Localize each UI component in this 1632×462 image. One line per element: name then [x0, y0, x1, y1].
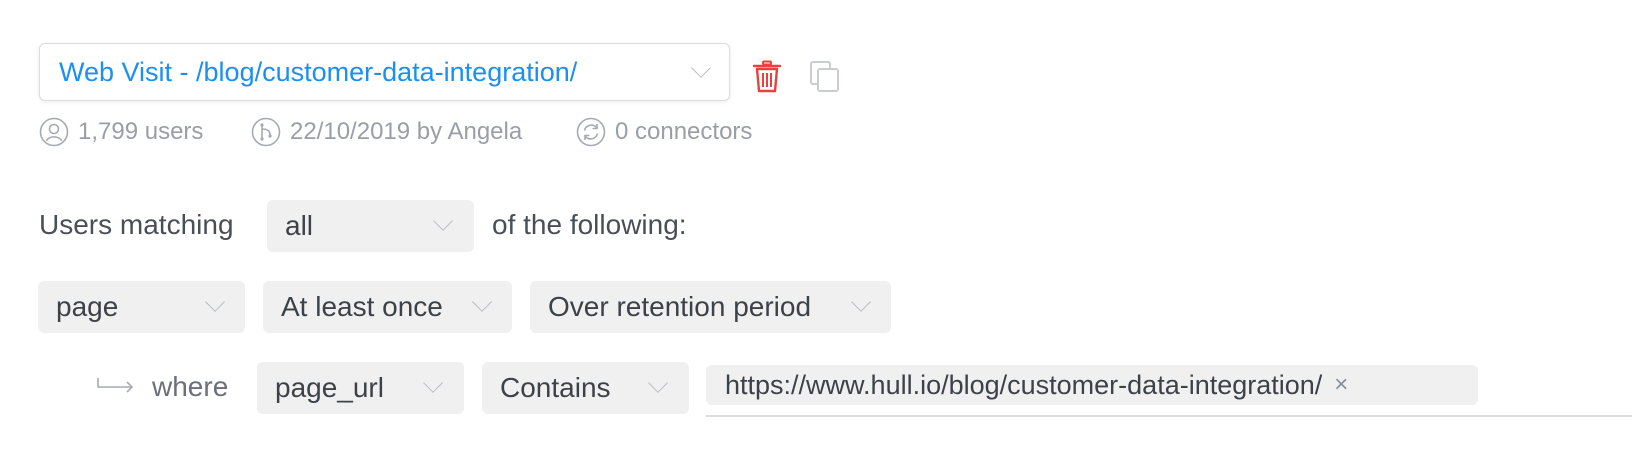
sync-icon	[576, 117, 606, 147]
match-mode-select[interactable]: all	[267, 200, 474, 252]
period-value: Over retention period	[548, 291, 812, 322]
property-value: page_url	[275, 372, 384, 403]
match-suffix: of the following:	[492, 209, 687, 240]
last-updated-text: 22/10/2019 by Angela	[290, 118, 523, 145]
remove-tag-button[interactable]: ×	[1334, 371, 1348, 399]
chevron-down-icon	[433, 211, 453, 231]
chevron-down-icon	[851, 292, 871, 312]
user-count: 1,799 users	[39, 112, 203, 152]
connector-count-text: 0 connectors	[615, 118, 753, 145]
operator-value: Contains	[500, 372, 611, 403]
frequency-value: At least once	[281, 291, 443, 322]
period-select[interactable]: Over retention period	[530, 281, 891, 333]
trash-icon	[752, 60, 782, 93]
branch-icon	[251, 117, 281, 147]
segment-select[interactable]: Web Visit - /blog/customer-data-integrat…	[39, 43, 730, 101]
property-select[interactable]: page_url	[257, 362, 464, 414]
value-tag-text: https://www.hull.io/blog/customer-data-i…	[725, 369, 1323, 400]
connector-count: 0 connectors	[576, 112, 752, 152]
segment-title: Web Visit - /blog/customer-data-integrat…	[59, 56, 578, 87]
chevron-down-icon	[648, 373, 668, 393]
duplicate-button[interactable]	[809, 60, 841, 93]
user-icon	[39, 117, 69, 147]
event-value: page	[56, 291, 119, 322]
chevron-down-icon	[205, 292, 225, 312]
subcondition-arrow-icon	[97, 378, 134, 393]
delete-button[interactable]	[752, 60, 782, 93]
frequency-select[interactable]: At least once	[263, 281, 512, 333]
match-prefix: Users matching	[39, 209, 234, 240]
match-mode-value: all	[285, 210, 314, 241]
copy-icon	[810, 61, 839, 92]
chevron-down-icon	[423, 373, 443, 393]
event-select[interactable]: page	[38, 281, 245, 333]
last-updated: 22/10/2019 by Angela	[251, 112, 522, 152]
chevron-down-icon	[472, 292, 492, 312]
operator-select[interactable]: Contains	[482, 362, 689, 414]
chevron-down-icon	[691, 58, 711, 78]
value-tag: https://www.hull.io/blog/customer-data-i…	[706, 365, 1478, 405]
value-input-underline[interactable]	[706, 415, 1632, 417]
where-label: where	[152, 371, 229, 402]
user-count-text: 1,799 users	[78, 118, 204, 145]
